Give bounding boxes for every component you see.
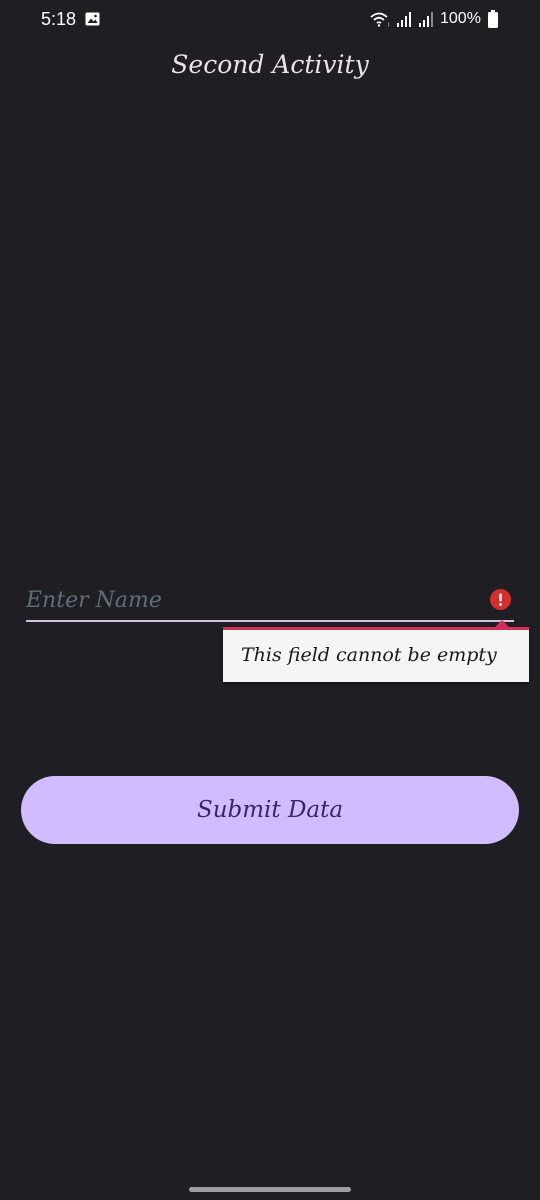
home-indicator[interactable] xyxy=(189,1187,351,1192)
battery-percent: 100% xyxy=(440,10,481,27)
signal-icon xyxy=(419,12,433,27)
input-underline xyxy=(26,620,514,622)
status-bar: 5:18 ↕ 100% xyxy=(0,0,540,40)
battery-icon xyxy=(488,10,498,28)
gallery-icon xyxy=(85,12,100,26)
error-popup: This field cannot be empty xyxy=(223,627,529,682)
status-time: 5:18 xyxy=(41,9,77,29)
error-icon xyxy=(490,589,511,610)
svg-text:↕: ↕ xyxy=(387,22,390,27)
page-title: Second Activity xyxy=(171,50,369,79)
name-field[interactable] xyxy=(26,580,514,624)
wifi-icon: ↕ xyxy=(370,12,390,27)
signal-icon xyxy=(397,12,411,27)
name-input[interactable] xyxy=(26,580,486,620)
error-message: This field cannot be empty xyxy=(241,644,497,666)
submit-button[interactable]: Submit Data xyxy=(21,776,519,844)
